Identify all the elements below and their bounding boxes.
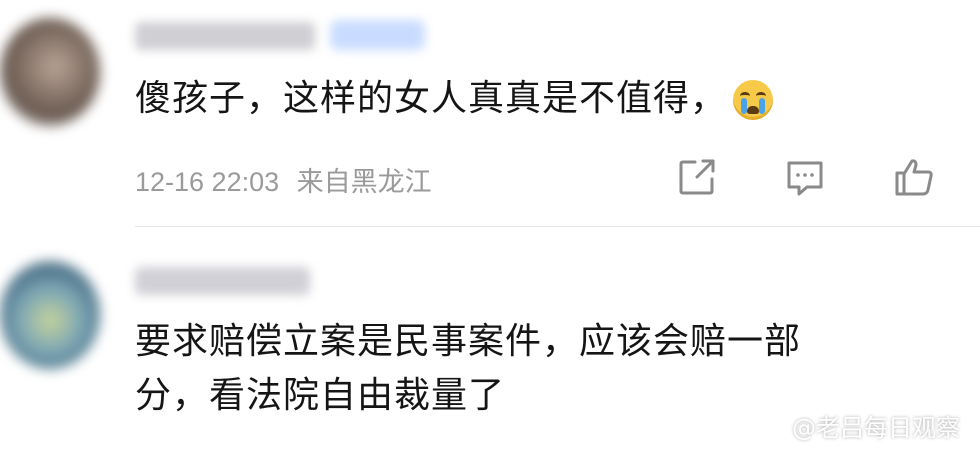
like-button[interactable] — [892, 155, 936, 199]
user-badge-blurred — [330, 20, 425, 50]
comment-text: 傻孩子，这样的女人真真是不值得， — [135, 72, 774, 126]
comment-icon — [787, 161, 823, 196]
like-icon — [895, 159, 933, 196]
crying-face-icon — [733, 80, 774, 120]
username-blurred[interactable] — [135, 22, 315, 50]
comment-button[interactable] — [783, 155, 827, 199]
share-icon — [679, 159, 715, 195]
comment-item: 傻孩子，这样的女人真真是不值得， 12-16 22:03 来自黑龙江 — [0, 0, 980, 226]
comment-timestamp: 12-16 22:03 — [135, 167, 280, 197]
comment-text-line: 要求赔偿立案是民事案件，应该会赔一部 — [135, 321, 802, 362]
comment-text-content: 傻孩子，这样的女人真真是不值得， — [135, 78, 728, 119]
avatar[interactable] — [0, 261, 100, 369]
watermark-text: @老吕每日观察 — [792, 414, 960, 442]
watermark-logo-icon — [764, 416, 786, 436]
comment-text-line: 分，看法院自由裁量了 — [135, 375, 506, 416]
comment-location: 来自黑龙江 — [296, 167, 432, 197]
share-button[interactable] — [675, 155, 719, 199]
username-blurred[interactable] — [135, 267, 310, 295]
avatar[interactable] — [0, 18, 100, 126]
comment-meta: 12-16 22:03 来自黑龙江 — [135, 160, 432, 199]
comment-text: 要求赔偿立案是民事案件，应该会赔一部 分，看法院自由裁量了 — [135, 315, 801, 423]
watermark: @老吕每日观察 — [762, 408, 960, 443]
